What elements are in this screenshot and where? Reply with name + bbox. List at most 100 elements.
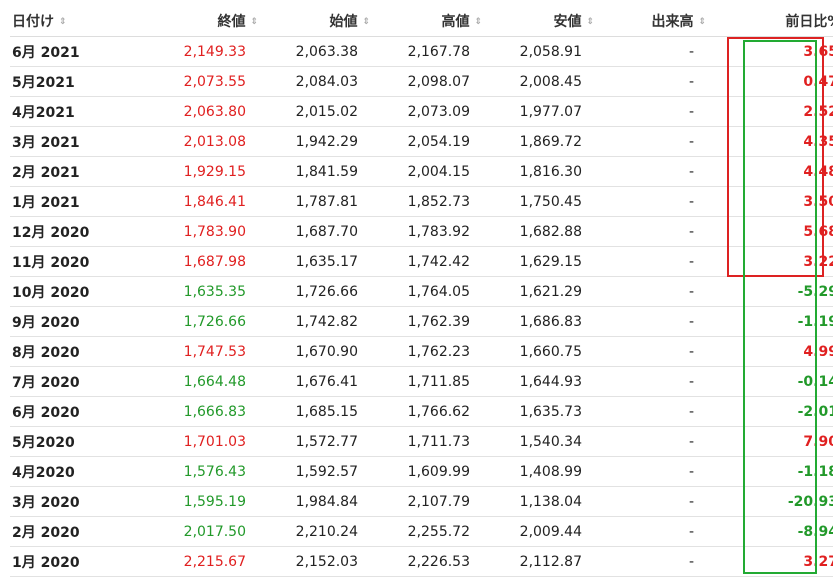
cell-change: 4.99% <box>712 336 833 367</box>
cell-close: 2,073.55 <box>132 66 264 97</box>
cell-volume: - <box>600 96 712 127</box>
cell-change: 2.52% <box>712 96 833 127</box>
cell-open: 2,210.24 <box>264 516 376 547</box>
cell-close: 2,063.80 <box>132 96 264 127</box>
table-body: 6月 2021 2,149.33 2,063.38 2,167.78 2,058.91-… <box>10 36 833 577</box>
sort-arrows-icon[interactable]: ⇕ <box>59 17 67 27</box>
cell-volume: - <box>600 216 712 247</box>
cell-high: 2,004.15 <box>376 156 488 187</box>
cell-low: 1,138.04 <box>488 486 600 517</box>
cell-close: 1,747.53 <box>132 336 264 367</box>
cell-low: 1,540.34 <box>488 426 600 457</box>
header-row: 日付け ⇕ 終値 ⇕ 始値 ⇕ 高値 ⇕ 安値 ⇕ 出来高 ⇕ 前日比%⇕ <box>10 6 833 37</box>
cell-close: 2,215.67 <box>132 546 264 577</box>
cell-change: -1.19% <box>712 306 833 337</box>
cell-high: 1,762.39 <box>376 306 488 337</box>
cell-low: 1,686.83 <box>488 306 600 337</box>
cell-date: 3月 2021 <box>10 126 132 157</box>
cell-change: 0.47% <box>712 66 833 97</box>
sort-arrows-icon[interactable]: ⇕ <box>250 17 258 27</box>
cell-open: 1,685.15 <box>264 396 376 427</box>
column-header-label: 日付け <box>12 14 54 30</box>
cell-low: 1,816.30 <box>488 156 600 187</box>
cell-open: 1,676.41 <box>264 366 376 397</box>
cell-low: 1,644.93 <box>488 366 600 397</box>
cell-low: 1,408.99 <box>488 456 600 487</box>
cell-open: 1,670.90 <box>264 336 376 367</box>
sort-arrows-icon[interactable]: ⇕ <box>362 17 370 27</box>
cell-change: 4.48% <box>712 156 833 187</box>
cell-volume: - <box>600 396 712 427</box>
cell-close: 1,635.35 <box>132 276 264 307</box>
column-header-close[interactable]: 終値 ⇕ <box>132 6 264 37</box>
cell-change: -5.29% <box>712 276 833 307</box>
column-header-low[interactable]: 安値 ⇕ <box>488 6 600 37</box>
cell-change: 7.90% <box>712 426 833 457</box>
cell-open: 1,635.17 <box>264 246 376 277</box>
table-row: 3月 2020 1,595.19 1,984.84 2,107.79 1,138.04-… <box>10 486 833 517</box>
cell-high: 1,852.73 <box>376 186 488 217</box>
cell-volume: - <box>600 306 712 337</box>
cell-volume: - <box>600 516 712 547</box>
cell-date: 8月 2020 <box>10 336 132 367</box>
cell-date: 11月 2020 <box>10 246 132 277</box>
cell-open: 1,687.70 <box>264 216 376 247</box>
cell-close: 1,701.03 <box>132 426 264 457</box>
sort-arrows-icon[interactable]: ⇕ <box>698 17 706 27</box>
cell-close: 1,576.43 <box>132 456 264 487</box>
column-header-label: 出来高 <box>651 14 694 30</box>
cell-date: 2月 2020 <box>10 516 132 547</box>
table-row: 2月 2021 1,929.15 1,841.59 2,004.15 1,816.30-… <box>10 156 833 187</box>
cell-high: 1,609.99 <box>376 456 488 487</box>
cell-low: 1,750.45 <box>488 186 600 217</box>
cell-open: 1,787.81 <box>264 186 376 217</box>
table-row: 3月 2021 2,013.08 1,942.29 2,054.19 1,869.72-… <box>10 126 833 157</box>
cell-change: -0.14% <box>712 366 833 397</box>
table-row: 12月 2020 1,783.90 1,687.70 1,783.92 1,682.88… <box>10 216 833 247</box>
cell-low: 1,629.15 <box>488 246 600 277</box>
cell-change: -20.93% <box>712 486 833 517</box>
cell-volume: - <box>600 126 712 157</box>
cell-change: 4.35% <box>712 126 833 157</box>
cell-date: 4月2021 <box>10 96 132 127</box>
cell-change: -2.01% <box>712 396 833 427</box>
cell-change: -8.94% <box>712 516 833 547</box>
column-header-high[interactable]: 高値 ⇕ <box>376 6 488 37</box>
column-header-label: 安値 <box>553 14 582 30</box>
cell-date: 4月2020 <box>10 456 132 487</box>
cell-close: 2,017.50 <box>132 516 264 547</box>
cell-close: 1,846.41 <box>132 186 264 217</box>
cell-volume: - <box>600 366 712 397</box>
sort-arrows-icon[interactable]: ⇕ <box>586 17 594 27</box>
column-header-date[interactable]: 日付け ⇕ <box>10 6 132 37</box>
column-header-open[interactable]: 始値 ⇕ <box>264 6 376 37</box>
cell-open: 1,984.84 <box>264 486 376 517</box>
cell-volume: - <box>600 246 712 277</box>
cell-close: 2,013.08 <box>132 126 264 157</box>
cell-high: 2,167.78 <box>376 36 488 67</box>
cell-open: 2,152.03 <box>264 546 376 577</box>
column-header-volume[interactable]: 出来高 ⇕ <box>600 6 712 37</box>
sort-arrows-icon[interactable]: ⇕ <box>474 17 482 27</box>
cell-change: 3.50% <box>712 186 833 217</box>
column-header-change[interactable]: 前日比%⇕ <box>712 6 833 37</box>
table-row: 5月2020 1,701.03 1,572.77 1,711.73 1,540.34-7… <box>10 426 833 457</box>
cell-high: 1,783.92 <box>376 216 488 247</box>
cell-open: 1,841.59 <box>264 156 376 187</box>
cell-high: 1,742.42 <box>376 246 488 277</box>
table-row: 9月 2020 1,726.66 1,742.82 1,762.39 1,686.83-… <box>10 306 833 337</box>
historical-data-table: 日付け⇕ 終値⇕ 始値⇕ 高値⇕ 安値⇕ 出来高⇕ 前日比%⇕ 6月 20212… <box>10 6 833 577</box>
table-row: 10月 2020 1,635.35 1,726.66 1,764.05 1,621.29… <box>10 276 833 307</box>
table-row: 1月 2021 1,846.41 1,787.81 1,852.73 1,750.45-… <box>10 186 833 217</box>
cell-high: 1,766.62 <box>376 396 488 427</box>
cell-volume: - <box>600 426 712 457</box>
cell-date: 6月 2021 <box>10 36 132 67</box>
cell-low: 1,977.07 <box>488 96 600 127</box>
cell-close: 1,783.90 <box>132 216 264 247</box>
table-row: 8月 2020 1,747.53 1,670.90 1,762.23 1,660.75-… <box>10 336 833 367</box>
cell-high: 2,255.72 <box>376 516 488 547</box>
cell-close: 2,149.33 <box>132 36 264 67</box>
cell-date: 5月2021 <box>10 66 132 97</box>
cell-volume: - <box>600 486 712 517</box>
cell-date: 2月 2021 <box>10 156 132 187</box>
